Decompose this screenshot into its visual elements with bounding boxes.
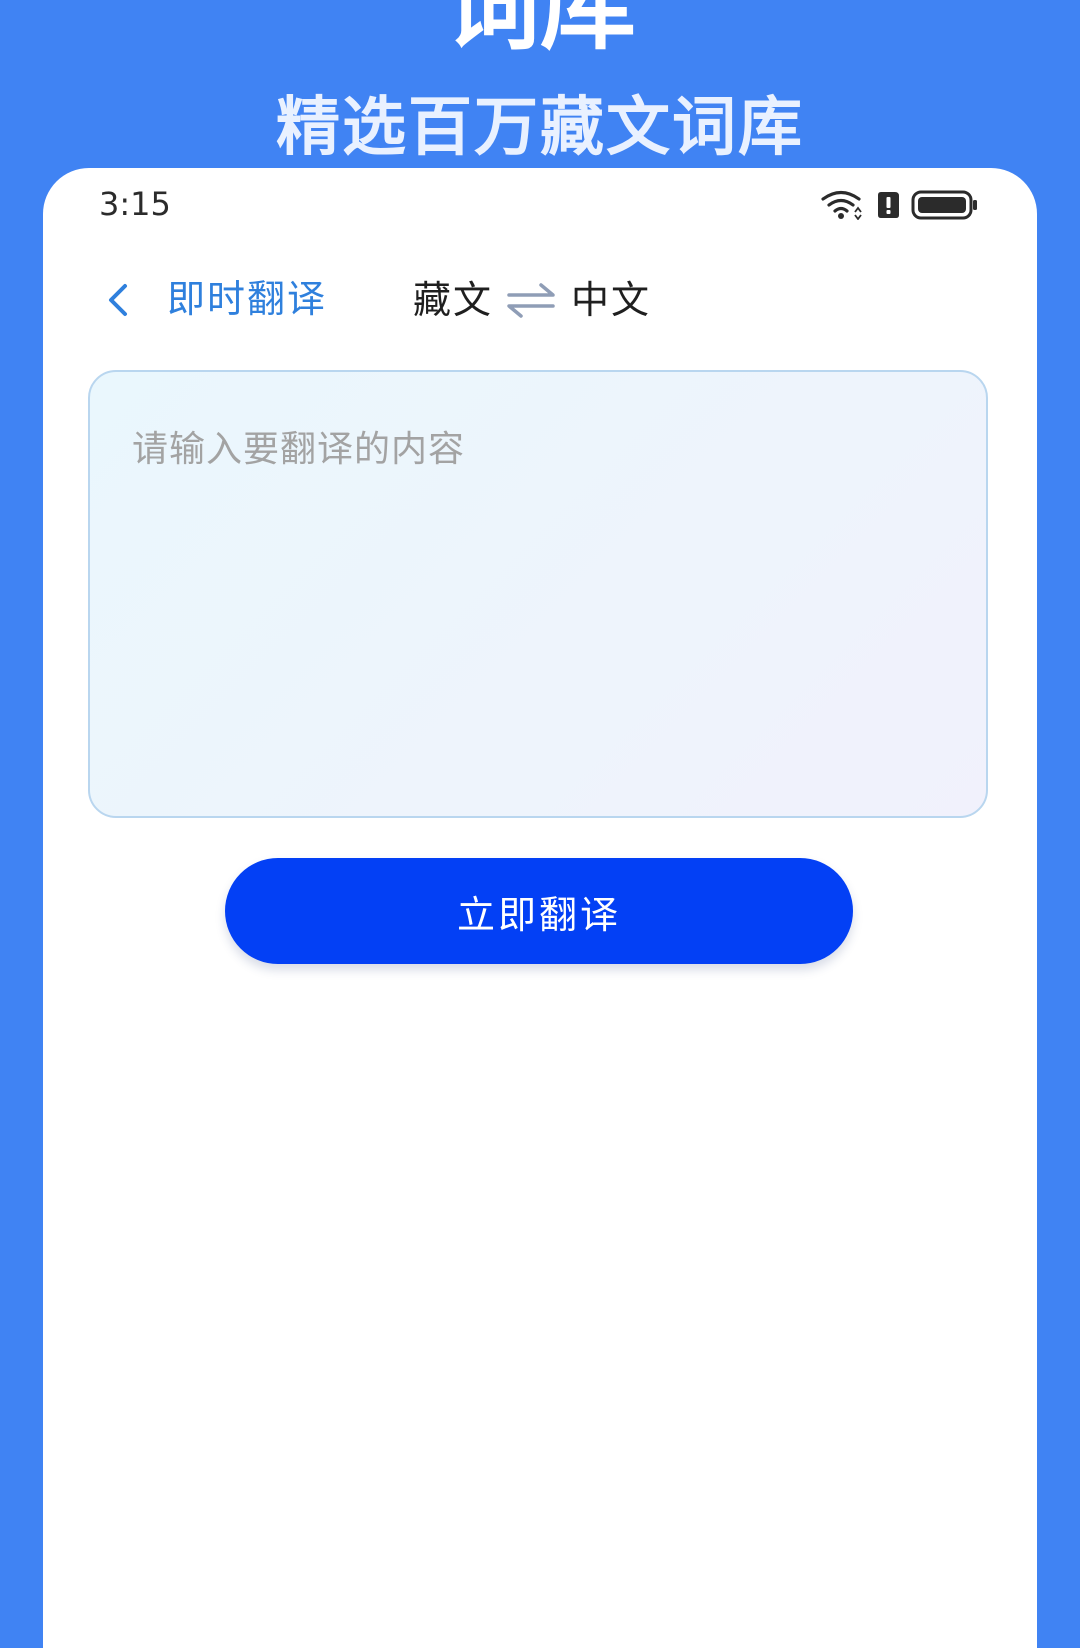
sim-alert-icon	[878, 192, 899, 218]
language-switcher: 藏文 中文	[413, 272, 651, 328]
status-bar: 3:15	[43, 168, 1037, 248]
status-icons	[821, 188, 979, 222]
target-language[interactable]: 中文	[571, 273, 651, 327]
promo-title: 词库	[444, 0, 636, 63]
promo-subtitle: 精选百万藏文词库	[276, 91, 804, 165]
translate-button[interactable]: 立即翻译	[225, 858, 853, 964]
source-language[interactable]: 藏文	[413, 273, 493, 327]
swap-arrows-icon[interactable]	[505, 280, 557, 320]
status-time: 3:15	[99, 185, 171, 223]
battery-icon	[911, 190, 977, 220]
chevron-left-icon	[109, 284, 127, 316]
translate-input[interactable]	[90, 372, 986, 816]
translate-input-box	[88, 370, 988, 818]
wifi-icon	[821, 190, 862, 220]
page-title: 即时翻译	[167, 277, 328, 321]
back-button[interactable]	[95, 276, 143, 324]
nav-bar: 即时翻译 藏文 中文	[43, 268, 1037, 332]
phone-screen: 3:15 即时翻译 藏文 中文 请输入要翻译的内容 立即翻译	[43, 168, 1037, 1648]
